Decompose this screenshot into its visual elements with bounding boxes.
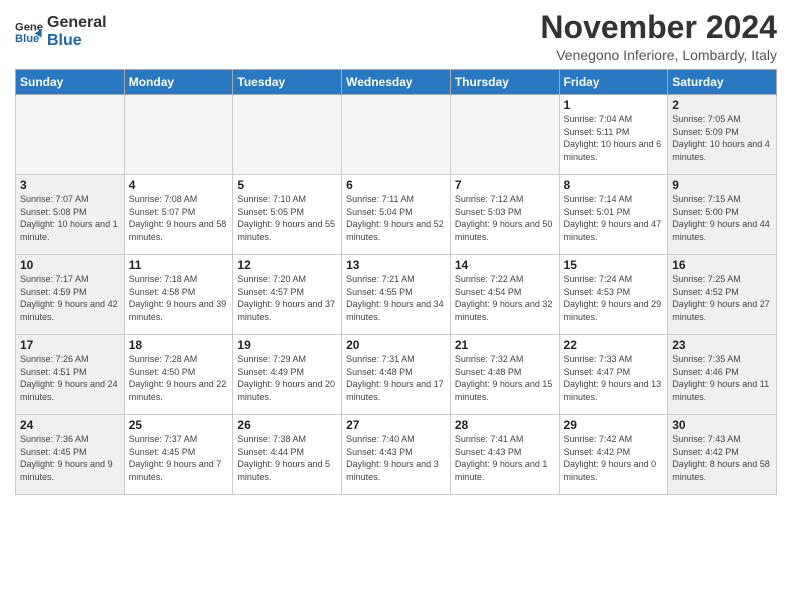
day-1: 1 Sunrise: 7:04 AM Sunset: 5:11 PM Dayli… xyxy=(559,95,668,175)
day-7: 7 Sunrise: 7:12 AM Sunset: 5:03 PM Dayli… xyxy=(450,175,559,255)
day-21: 21 Sunrise: 7:32 AM Sunset: 4:48 PM Dayl… xyxy=(450,335,559,415)
day-15: 15 Sunrise: 7:24 AM Sunset: 4:53 PM Dayl… xyxy=(559,255,668,335)
col-thursday: Thursday xyxy=(450,70,559,95)
day-13: 13 Sunrise: 7:21 AM Sunset: 4:55 PM Dayl… xyxy=(342,255,451,335)
col-wednesday: Wednesday xyxy=(342,70,451,95)
day-5: 5 Sunrise: 7:10 AM Sunset: 5:05 PM Dayli… xyxy=(233,175,342,255)
svg-text:Blue: Blue xyxy=(15,32,39,44)
day-22: 22 Sunrise: 7:33 AM Sunset: 4:47 PM Dayl… xyxy=(559,335,668,415)
day-29: 29 Sunrise: 7:42 AM Sunset: 4:42 PM Dayl… xyxy=(559,415,668,495)
day-19: 19 Sunrise: 7:29 AM Sunset: 4:49 PM Dayl… xyxy=(233,335,342,415)
calendar-table: Sunday Monday Tuesday Wednesday Thursday… xyxy=(15,69,777,495)
week-5: 24 Sunrise: 7:36 AM Sunset: 4:45 PM Dayl… xyxy=(16,415,777,495)
day-30: 30 Sunrise: 7:43 AM Sunset: 4:42 PM Dayl… xyxy=(668,415,777,495)
location-title: Venegono Inferiore, Lombardy, Italy xyxy=(540,47,777,63)
day-18: 18 Sunrise: 7:28 AM Sunset: 4:50 PM Dayl… xyxy=(124,335,233,415)
logo-line1: General xyxy=(47,14,107,32)
empty-cell xyxy=(233,95,342,175)
calendar-header-row: Sunday Monday Tuesday Wednesday Thursday… xyxy=(16,70,777,95)
day-26: 26 Sunrise: 7:38 AM Sunset: 4:44 PM Dayl… xyxy=(233,415,342,495)
day-11: 11 Sunrise: 7:18 AM Sunset: 4:58 PM Dayl… xyxy=(124,255,233,335)
logo: General Blue General Blue xyxy=(15,14,107,49)
empty-cell xyxy=(450,95,559,175)
day-14: 14 Sunrise: 7:22 AM Sunset: 4:54 PM Dayl… xyxy=(450,255,559,335)
col-friday: Friday xyxy=(559,70,668,95)
month-title: November 2024 xyxy=(540,10,777,45)
week-2: 3 Sunrise: 7:07 AM Sunset: 5:08 PM Dayli… xyxy=(16,175,777,255)
day-28: 28 Sunrise: 7:41 AM Sunset: 4:43 PM Dayl… xyxy=(450,415,559,495)
day-4: 4 Sunrise: 7:08 AM Sunset: 5:07 PM Dayli… xyxy=(124,175,233,255)
empty-cell xyxy=(342,95,451,175)
week-1: 1 Sunrise: 7:04 AM Sunset: 5:11 PM Dayli… xyxy=(16,95,777,175)
day-27: 27 Sunrise: 7:40 AM Sunset: 4:43 PM Dayl… xyxy=(342,415,451,495)
week-3: 10 Sunrise: 7:17 AM Sunset: 4:59 PM Dayl… xyxy=(16,255,777,335)
col-sunday: Sunday xyxy=(16,70,125,95)
day-16: 16 Sunrise: 7:25 AM Sunset: 4:52 PM Dayl… xyxy=(668,255,777,335)
week-4: 17 Sunrise: 7:26 AM Sunset: 4:51 PM Dayl… xyxy=(16,335,777,415)
header: General Blue General Blue November 2024 … xyxy=(15,10,777,63)
day-8: 8 Sunrise: 7:14 AM Sunset: 5:01 PM Dayli… xyxy=(559,175,668,255)
day-2: 2 Sunrise: 7:05 AM Sunset: 5:09 PM Dayli… xyxy=(668,95,777,175)
page-container: General Blue General Blue November 2024 … xyxy=(0,0,792,500)
col-saturday: Saturday xyxy=(668,70,777,95)
day-23: 23 Sunrise: 7:35 AM Sunset: 4:46 PM Dayl… xyxy=(668,335,777,415)
day-9: 9 Sunrise: 7:15 AM Sunset: 5:00 PM Dayli… xyxy=(668,175,777,255)
day-6: 6 Sunrise: 7:11 AM Sunset: 5:04 PM Dayli… xyxy=(342,175,451,255)
empty-cell xyxy=(124,95,233,175)
day-20: 20 Sunrise: 7:31 AM Sunset: 4:48 PM Dayl… xyxy=(342,335,451,415)
title-section: November 2024 Venegono Inferiore, Lombar… xyxy=(540,10,777,63)
empty-cell xyxy=(16,95,125,175)
col-tuesday: Tuesday xyxy=(233,70,342,95)
day-12: 12 Sunrise: 7:20 AM Sunset: 4:57 PM Dayl… xyxy=(233,255,342,335)
col-monday: Monday xyxy=(124,70,233,95)
logo-line2: Blue xyxy=(47,32,107,50)
day-17: 17 Sunrise: 7:26 AM Sunset: 4:51 PM Dayl… xyxy=(16,335,125,415)
day-24: 24 Sunrise: 7:36 AM Sunset: 4:45 PM Dayl… xyxy=(16,415,125,495)
day-3: 3 Sunrise: 7:07 AM Sunset: 5:08 PM Dayli… xyxy=(16,175,125,255)
day-25: 25 Sunrise: 7:37 AM Sunset: 4:45 PM Dayl… xyxy=(124,415,233,495)
logo-icon: General Blue xyxy=(15,18,43,46)
day-10: 10 Sunrise: 7:17 AM Sunset: 4:59 PM Dayl… xyxy=(16,255,125,335)
